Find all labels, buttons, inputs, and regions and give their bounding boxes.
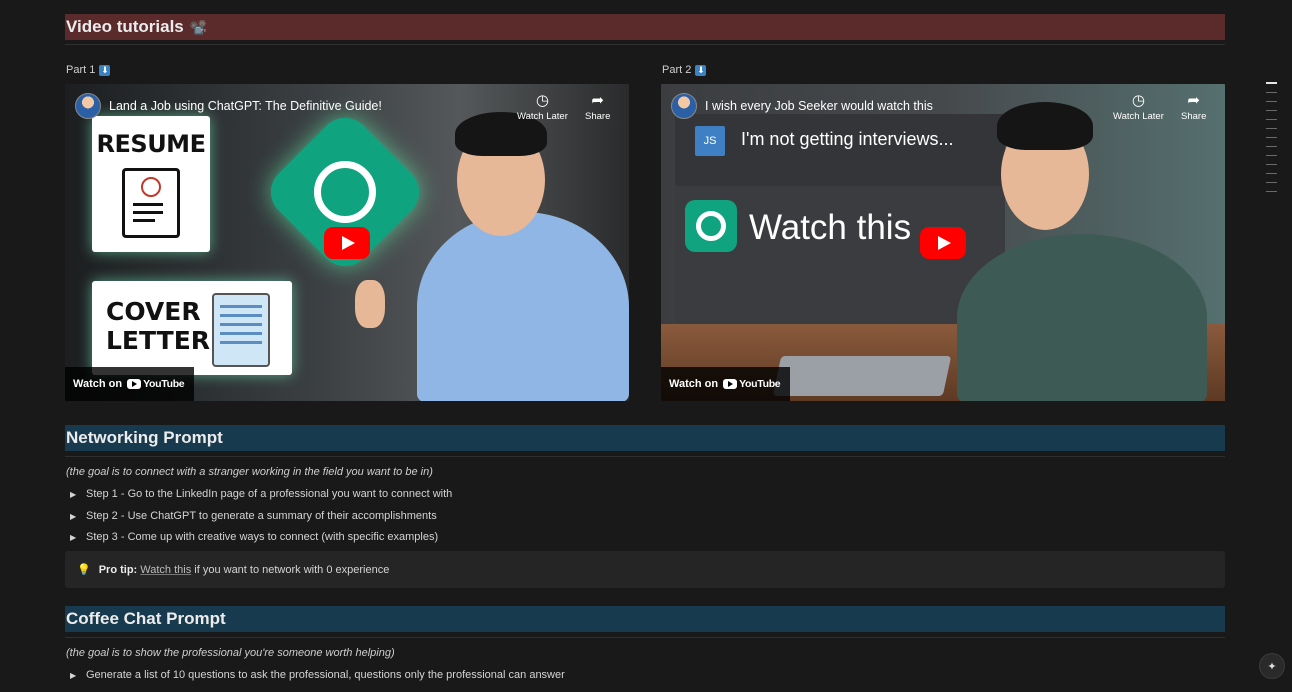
watch-later-button[interactable]: ◷ Watch Later (517, 93, 568, 122)
heading-text: Video tutorials (66, 17, 184, 36)
toc-line[interactable] (1266, 137, 1277, 138)
video-title[interactable]: I wish every Job Seeker would watch this (705, 99, 933, 113)
channel-avatar[interactable] (75, 93, 101, 119)
clock-icon: ◷ (1131, 92, 1145, 109)
lightbulb-icon: 💡 (77, 564, 91, 576)
channel-avatar[interactable] (671, 93, 697, 119)
clock-icon: ◷ (535, 92, 549, 109)
networking-subtitle: (the goal is to connect with a stranger … (66, 466, 433, 478)
heading-text: Networking Prompt (66, 428, 223, 447)
toc-line[interactable] (1266, 128, 1277, 129)
letter-icon (212, 293, 270, 367)
divider (65, 44, 1225, 45)
sparkle-icon: ✦ (1267, 660, 1277, 673)
toggle-triangle-icon[interactable]: ▶ (70, 533, 78, 542)
film-projector-icon: 📽️ (189, 18, 208, 35)
video-title-bar: I wish every Job Seeker would watch this (671, 93, 933, 119)
document-icon (122, 168, 180, 238)
toc-line[interactable] (1266, 146, 1277, 147)
user-avatar: JS (695, 126, 725, 156)
youtube-icon (723, 379, 738, 389)
video-title-bar: Land a Job using ChatGPT: The Definitive… (75, 93, 382, 119)
coffee-chat-heading: Coffee Chat Prompt (65, 606, 1225, 632)
youtube-icon (127, 379, 142, 389)
toc-line[interactable] (1266, 155, 1277, 156)
play-button[interactable] (324, 227, 370, 259)
heading-text: Coffee Chat Prompt (66, 609, 226, 628)
toc-line[interactable] (1266, 101, 1277, 102)
ai-assistant-button[interactable]: ✦ (1259, 653, 1285, 679)
chatgpt-logo-icon (685, 200, 737, 252)
video-tutorials-heading: Video tutorials 📽️ (65, 14, 1225, 40)
presenter-hand (355, 280, 385, 328)
presenter-hair (997, 102, 1093, 150)
toggle-step-2[interactable]: ▶ Step 2 - Use ChatGPT to generate a sum… (70, 510, 437, 522)
watch-on-youtube-button[interactable]: Watch on YouTube (65, 367, 195, 401)
toc-line[interactable] (1266, 182, 1277, 183)
networking-heading: Networking Prompt (65, 425, 1225, 451)
toc-line[interactable] (1266, 92, 1277, 93)
toc-line[interactable] (1266, 164, 1277, 165)
presenter-jacket (957, 234, 1207, 401)
toggle-step-1[interactable]: ▶ Step 1 - Go to the LinkedIn page of a … (70, 488, 452, 500)
toc-line[interactable] (1266, 110, 1277, 111)
watch-later-button[interactable]: ◷ Watch Later (1113, 93, 1164, 122)
down-arrow-icon: ⬇ (695, 64, 707, 76)
cover-letter-card: COVER LETTER (92, 281, 292, 375)
part-2-label: Part 2 ⬇ (662, 64, 707, 76)
resume-card: RESUME (92, 116, 210, 252)
part-1-label: Part 1 ⬇ (66, 64, 111, 76)
video-title[interactable]: Land a Job using ChatGPT: The Definitive… (109, 99, 382, 113)
presenter-shirt (417, 212, 629, 401)
video-embed-part-1[interactable]: RESUME COVER LETTER Land a Job using Cha… (65, 84, 629, 401)
toggle-triangle-icon[interactable]: ▶ (70, 512, 78, 521)
play-button[interactable] (920, 227, 966, 259)
share-button[interactable]: ➦ Share (585, 93, 610, 122)
toc-line[interactable] (1266, 173, 1277, 174)
youtube-logo: YouTube (723, 378, 781, 390)
divider (65, 637, 1225, 638)
share-arrow-icon: ➦ (591, 92, 604, 109)
share-arrow-icon: ➦ (1187, 92, 1200, 109)
thumb-watch-text: Watch this (749, 208, 912, 247)
toggle-step-3[interactable]: ▶ Step 3 - Come up with creative ways to… (70, 531, 438, 543)
laptop (772, 356, 952, 396)
down-arrow-icon: ⬇ (99, 64, 111, 76)
coffee-subtitle: (the goal is to show the professional yo… (66, 647, 395, 659)
youtube-logo: YouTube (127, 378, 185, 390)
toggle-coffee-step-1[interactable]: ▶ Generate a list of 10 questions to ask… (70, 669, 565, 681)
pro-tip-callout: 💡 Pro tip: Watch this if you want to net… (65, 551, 1225, 588)
toc-line[interactable] (1266, 191, 1277, 192)
video-embed-part-2[interactable]: JS I'm not getting interviews... Watch t… (661, 84, 1225, 401)
watch-on-youtube-button[interactable]: Watch on YouTube (661, 367, 791, 401)
thumb-message: I'm not getting interviews... (741, 129, 954, 149)
toggle-triangle-icon[interactable]: ▶ (70, 490, 78, 499)
divider (65, 456, 1225, 457)
toc-line[interactable] (1266, 82, 1277, 84)
toggle-triangle-icon[interactable]: ▶ (70, 671, 78, 680)
toc-line[interactable] (1266, 119, 1277, 120)
watch-this-link[interactable]: Watch this (140, 564, 191, 576)
share-button[interactable]: ➦ Share (1181, 93, 1206, 122)
table-of-contents-minimap[interactable] (1266, 82, 1277, 200)
